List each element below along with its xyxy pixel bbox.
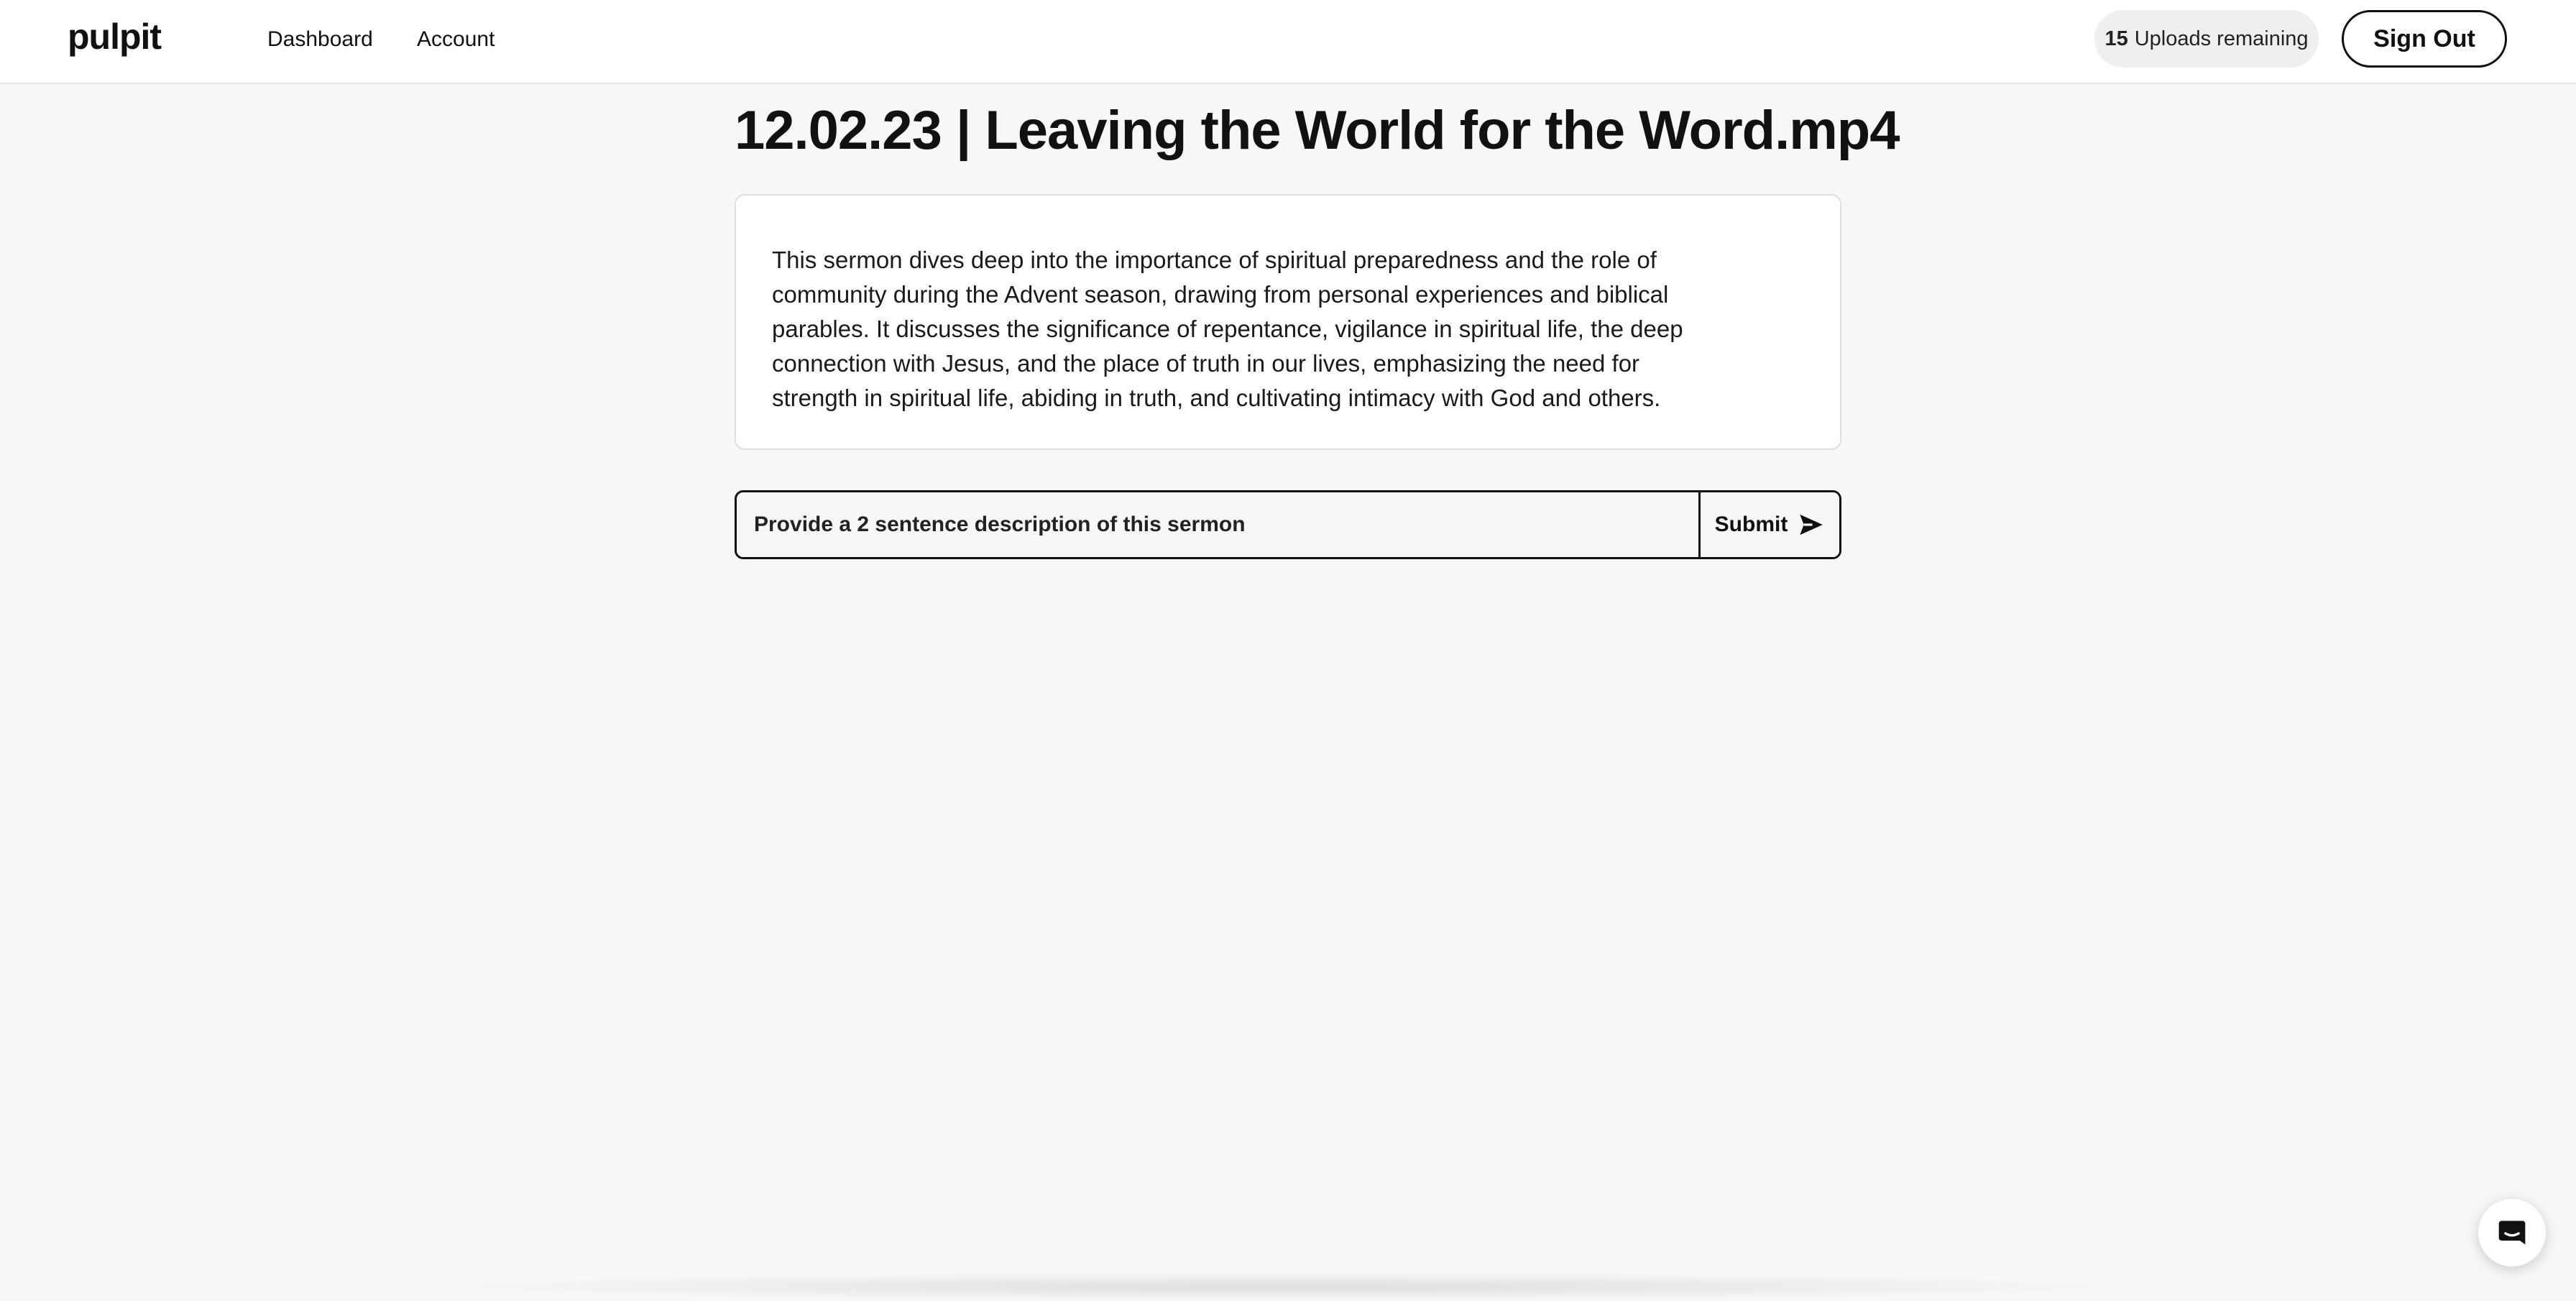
prompt-input[interactable] [737,492,1698,557]
sermon-description-card: This sermon dives deep into the importan… [735,194,1841,450]
page-title: 12.02.23 | Leaving the World for the Wor… [735,100,1900,161]
uploads-remaining-badge: 15 Uploads remaining [2094,10,2319,68]
sign-out-button[interactable]: Sign Out [2342,10,2507,68]
send-icon [1800,514,1823,535]
bottom-shadow [417,1272,2156,1301]
pulpit-logo[interactable]: pulpit [68,16,162,58]
uploads-label: Uploads remaining [2134,27,2309,50]
submit-label: Submit [1714,512,1788,536]
uploads-count: 15 [2104,27,2128,50]
nav-account-link[interactable]: Account [417,27,494,52]
chat-icon [2498,1220,2526,1245]
prompt-form: Submit [735,490,1841,559]
sermon-description-text: This sermon dives deep into the importan… [772,247,1683,411]
top-navbar: pulpit Dashboard Account 15 Uploads rema… [0,0,2576,84]
submit-button[interactable]: Submit [1698,492,1839,557]
nav-dashboard-link[interactable]: Dashboard [267,27,373,52]
chat-launcher-button[interactable] [2478,1199,2546,1266]
